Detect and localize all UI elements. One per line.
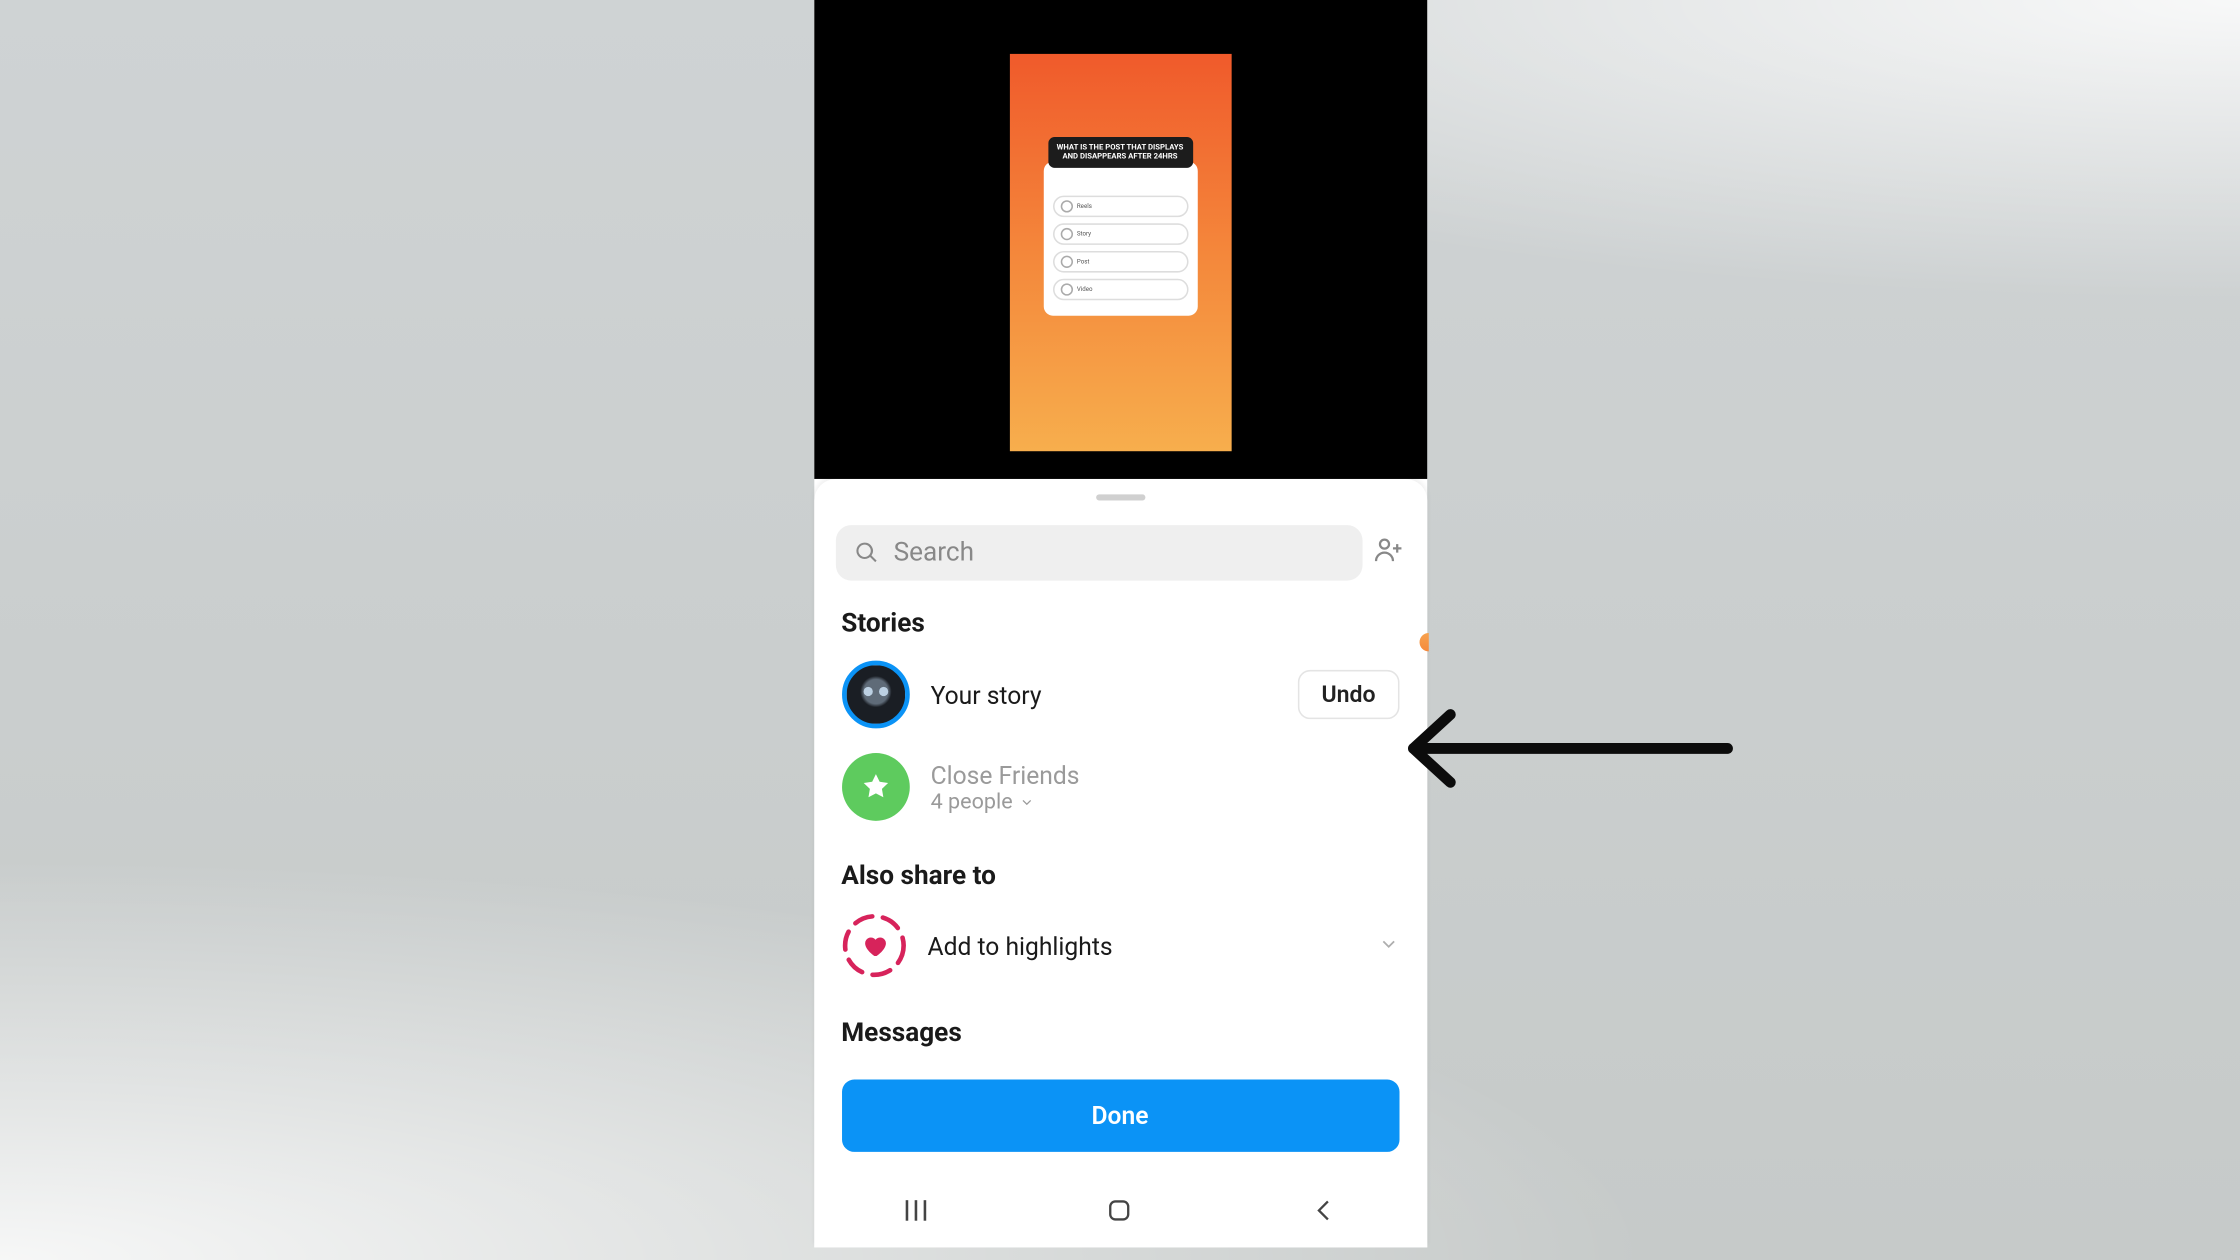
close-friends-row[interactable]: Close Friends 4 people <box>814 741 1427 833</box>
highlights-icon <box>841 913 906 978</box>
quiz-option: Reels <box>1052 195 1188 217</box>
search-icon <box>854 541 879 566</box>
search-input[interactable]: Search <box>835 525 1362 580</box>
quiz-sticker: WHAT IS THE POST THAT DISPLAYS AND DISAP… <box>1043 161 1197 315</box>
android-navbar <box>814 1173 1427 1247</box>
close-friends-label: Close Friends <box>931 760 1399 789</box>
your-story-label: Your story <box>931 680 1277 709</box>
quiz-option: Story <box>1052 223 1188 245</box>
add-people-icon[interactable] <box>1371 533 1405 573</box>
close-friends-sub[interactable]: 4 people <box>931 789 1399 814</box>
home-button[interactable] <box>1105 1195 1136 1226</box>
your-story-row[interactable]: Your story Undo <box>814 648 1427 740</box>
recents-button[interactable] <box>900 1195 931 1226</box>
chevron-down-icon <box>1019 794 1034 809</box>
quiz-title: WHAT IS THE POST THAT DISPLAYS AND DISAP… <box>1048 136 1193 167</box>
quiz-option: Video <box>1052 278 1188 300</box>
search-placeholder: Search <box>894 537 974 568</box>
highlights-label: Add to highlights <box>928 931 1356 960</box>
back-button[interactable] <box>1309 1195 1340 1226</box>
close-friends-avatar <box>841 753 909 821</box>
story-preview-area: WHAT IS THE POST THAT DISPLAYS AND DISAP… <box>814 0 1427 479</box>
done-button[interactable]: Done <box>841 1080 1398 1152</box>
quiz-option: Post <box>1052 250 1188 272</box>
chevron-down-icon <box>1377 931 1399 960</box>
story-preview: WHAT IS THE POST THAT DISPLAYS AND DISAP… <box>1009 53 1231 450</box>
phone-screenshot: WHAT IS THE POST THAT DISPLAYS AND DISAP… <box>814 0 1427 1247</box>
section-messages: Messages <box>814 990 1427 1058</box>
section-stories: Stories <box>814 581 1427 649</box>
annotation-arrow <box>1364 693 1734 810</box>
your-story-avatar <box>841 661 909 729</box>
sheet-grabber[interactable] <box>1095 494 1144 500</box>
highlights-row[interactable]: Add to highlights <box>814 901 1427 990</box>
share-sheet: Search Stories Your story Undo Close Fri… <box>814 479 1427 1247</box>
section-also-share: Also share to <box>814 833 1427 901</box>
